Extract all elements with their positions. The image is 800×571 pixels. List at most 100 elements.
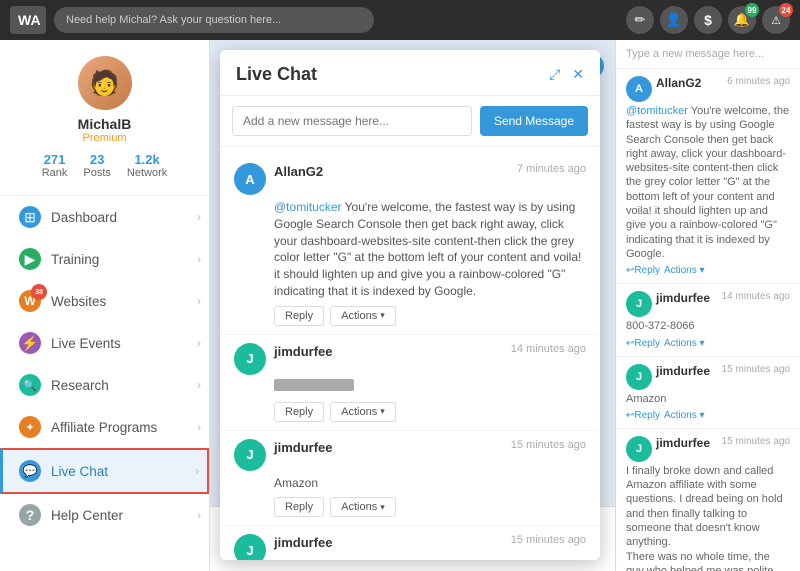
- notification-bell-icon[interactable]: 🔔 99: [728, 6, 756, 34]
- chevron-right-icon: ›: [197, 294, 201, 308]
- sidebar-profile: 🧑 MichalB Premium 271 Rank 23 Posts 1.2k…: [0, 40, 209, 196]
- rf-actions-btn-1[interactable]: Actions ▾: [664, 265, 705, 276]
- research-label: Research: [51, 378, 109, 393]
- dashboard-icon: ⊞: [19, 206, 41, 228]
- live-chat-icon: 💬: [19, 460, 41, 482]
- msg-time-4: 15 minutes ago: [511, 534, 586, 546]
- sidebar: 🧑 MichalB Premium 271 Rank 23 Posts 1.2k…: [0, 40, 210, 571]
- rank-label: Rank: [42, 167, 68, 179]
- msg-text-2: [274, 379, 586, 396]
- profile-stats: 271 Rank 23 Posts 1.2k Network: [42, 152, 168, 179]
- sidebar-nav: ⊞ Dashboard › ▶ Training › W Websites › …: [0, 196, 209, 571]
- chevron-right-icon: ›: [197, 252, 201, 266]
- right-feed-item-3: J jimdurfee 15 minutes ago Amazon ↩Reply…: [616, 357, 800, 429]
- msg-meta-3: jimdurfee 15 minutes ago: [274, 439, 586, 457]
- alert-icon[interactable]: ⚠ 24: [762, 6, 790, 34]
- search-placeholder: Need help Michal? Ask your question here…: [66, 14, 281, 26]
- msg-time-1: 7 minutes ago: [517, 163, 586, 175]
- rf-time-4: 15 minutes ago: [722, 436, 790, 447]
- notification-badge: 99: [745, 3, 759, 17]
- message-input-row: Send Message: [220, 96, 600, 147]
- right-feed-item-4: J jimdurfee 15 minutes ago I finally bro…: [616, 429, 800, 571]
- msg-author-3: jimdurfee: [274, 440, 333, 455]
- websites-badge: 38: [31, 284, 47, 300]
- mention-1: @tomitucker: [274, 200, 342, 214]
- training-label: Training: [51, 252, 99, 267]
- rf-reply-2[interactable]: ↩Reply: [626, 338, 660, 349]
- sidebar-item-live-events[interactable]: ⚡ Live Events ›: [0, 322, 209, 364]
- rf-actions-btn-2[interactable]: Actions ▾: [664, 338, 705, 349]
- actions-button-2[interactable]: Actions ▾: [330, 402, 396, 422]
- avatar: 🧑: [78, 56, 132, 110]
- actions-button-3[interactable]: Actions ▾: [330, 497, 396, 517]
- reply-button-3[interactable]: Reply: [274, 497, 324, 517]
- sidebar-item-websites[interactable]: W Websites › 38: [0, 280, 209, 322]
- live-chat-label: Live Chat: [51, 464, 108, 479]
- svg-text:WA: WA: [18, 12, 40, 28]
- rf-text-2: 800-372-8066: [626, 319, 790, 333]
- rf-avatar-3: J: [626, 364, 652, 390]
- rf-actions-3: ↩Reply Actions ▾: [626, 410, 790, 421]
- affiliate-programs-icon: ✦: [19, 416, 41, 438]
- pencil-icon[interactable]: ✏: [626, 6, 654, 34]
- msg-meta-4: jimdurfee 15 minutes ago: [274, 534, 586, 552]
- close-icon[interactable]: ✕: [572, 66, 584, 83]
- message-input[interactable]: [232, 106, 472, 136]
- sidebar-item-dashboard[interactable]: ⊞ Dashboard ›: [0, 196, 209, 238]
- top-nav: WA Need help Michal? Ask your question h…: [0, 0, 800, 40]
- search-bar[interactable]: Need help Michal? Ask your question here…: [54, 7, 374, 33]
- live-events-icon: ⚡: [19, 332, 41, 354]
- expand-icon[interactable]: ⤢: [549, 66, 560, 83]
- rf-reply-3[interactable]: ↩Reply: [626, 410, 660, 421]
- profile-name: MichalB: [78, 116, 132, 132]
- sidebar-item-training[interactable]: ▶ Training ›: [0, 238, 209, 280]
- chevron-right-icon: ›: [197, 420, 201, 434]
- rf-time-3: 15 minutes ago: [722, 364, 790, 375]
- rf-name-3: jimdurfee: [656, 364, 710, 378]
- sidebar-item-help-center[interactable]: ? Help Center ›: [0, 494, 209, 536]
- posts-label: Posts: [83, 167, 111, 179]
- reply-button-2[interactable]: Reply: [274, 402, 324, 422]
- redacted-content: [274, 379, 354, 391]
- live-events-label: Live Events: [51, 336, 121, 351]
- rf-text-4: I finally broke down and called Amazon a…: [626, 464, 790, 571]
- rf-name-1: AllanG2: [656, 76, 701, 90]
- send-message-button[interactable]: Send Message: [480, 106, 588, 136]
- main-layout: 🧑 MichalB Premium 271 Rank 23 Posts 1.2k…: [0, 40, 800, 571]
- chat-message-2: J jimdurfee 14 minutes ago Reply Actions…: [220, 335, 600, 431]
- rf-actions-btn-3[interactable]: Actions ▾: [664, 410, 705, 421]
- right-feed: Type a new message here... A AllanG2 6 m…: [615, 40, 800, 571]
- chevron-right-icon: ›: [197, 508, 201, 522]
- nav-icons: ✏ 👤 $ 🔔 99 ⚠ 24: [626, 6, 790, 34]
- chat-message-1: A AllanG2 7 minutes ago @tomitucker You'…: [220, 155, 600, 335]
- msg-time-3: 15 minutes ago: [511, 439, 586, 451]
- rf-actions-1: ↩Reply Actions ▾: [626, 265, 790, 276]
- network-label: Network: [127, 167, 167, 179]
- dollar-icon[interactable]: $: [694, 6, 722, 34]
- help-center-icon: ?: [19, 504, 41, 526]
- right-feed-input[interactable]: Type a new message here...: [616, 40, 800, 69]
- msg-author-1: AllanG2: [274, 164, 323, 179]
- rf-name-2: jimdurfee: [656, 291, 710, 305]
- msg-author-2: jimdurfee: [274, 344, 333, 359]
- msg-actions-1: Reply Actions ▾: [274, 306, 586, 326]
- msg-meta-2: jimdurfee 14 minutes ago: [274, 343, 586, 361]
- msg-avatar-4: J: [234, 534, 266, 560]
- content-area: Live Chat ⤢ ✕ Send Message A AllanG2: [210, 40, 800, 571]
- live-chat-panel: Live Chat ⤢ ✕ Send Message A AllanG2: [220, 50, 600, 560]
- profile-icon[interactable]: 👤: [660, 6, 688, 34]
- training-icon: ▶: [19, 248, 41, 270]
- reply-button-1[interactable]: Reply: [274, 306, 324, 326]
- rf-reply-1[interactable]: ↩Reply: [626, 265, 660, 276]
- sidebar-item-live-chat[interactable]: 💬 Live Chat ›: [0, 448, 209, 494]
- msg-avatar-1: A: [234, 163, 266, 195]
- actions-button-1[interactable]: Actions ▾: [330, 306, 396, 326]
- sidebar-item-research[interactable]: 🔍 Research ›: [0, 364, 209, 406]
- websites-label: Websites: [51, 294, 106, 309]
- affiliate-programs-label: Affiliate Programs: [51, 420, 157, 435]
- chat-messages: A AllanG2 7 minutes ago @tomitucker You'…: [220, 147, 600, 560]
- sidebar-item-affiliate-programs[interactable]: ✦ Affiliate Programs ›: [0, 406, 209, 448]
- msg-author-4: jimdurfee: [274, 535, 333, 550]
- msg-meta-1: AllanG2 7 minutes ago: [274, 163, 586, 181]
- rf-name-4: jimdurfee: [656, 436, 710, 450]
